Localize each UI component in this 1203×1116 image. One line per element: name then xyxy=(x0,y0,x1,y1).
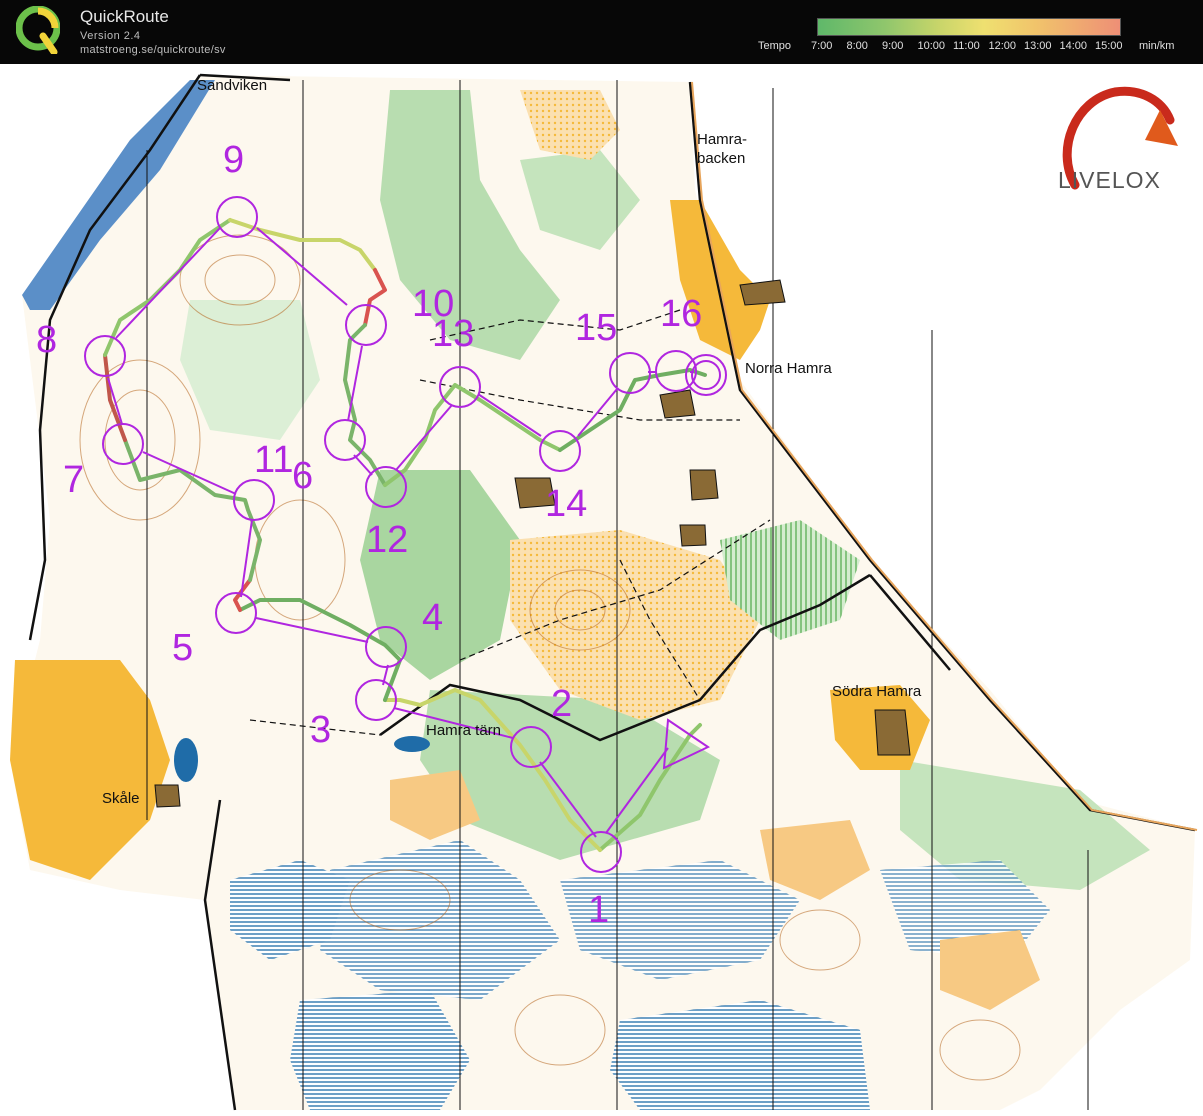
control-number: 9 xyxy=(223,139,244,181)
tempo-tick: 14:00 xyxy=(1059,40,1088,52)
app-version: Version 2.4 xyxy=(80,30,141,42)
control-number: 3 xyxy=(310,709,331,751)
place-name: Norra Hamra xyxy=(745,360,832,377)
control-number: 5 xyxy=(172,627,193,669)
app-title: QuickRoute xyxy=(80,7,169,26)
tempo-ticks: 7:00 8:00 9:00 10:00 11:00 12:00 13:00 1… xyxy=(811,40,1131,52)
place-name: backen xyxy=(697,150,745,167)
livelox-wordmark: LIVELOX xyxy=(1058,167,1161,193)
tempo-tick: 10:00 xyxy=(917,40,946,52)
tempo-tick: 11:00 xyxy=(953,40,980,52)
quickroute-header: QuickRoute Version 2.4 matstroeng.se/qui… xyxy=(0,0,1203,64)
tempo-tick: 9:00 xyxy=(882,40,904,52)
tempo-label: Tempo xyxy=(758,40,792,52)
tempo-tick: 13:00 xyxy=(1024,40,1052,52)
control-number: 4 xyxy=(422,597,443,639)
place-name: Hamra tärn xyxy=(426,722,501,739)
control-number: 11 xyxy=(254,439,293,481)
control-number: 14 xyxy=(545,483,587,525)
lake-hamra-tarn xyxy=(394,736,430,752)
app-url[interactable]: matstroeng.se/quickroute/sv xyxy=(80,44,226,56)
tempo-unit: min/km xyxy=(1139,40,1175,52)
control-number: 1 xyxy=(588,889,609,931)
control-number: 6 xyxy=(292,455,313,497)
control-number: 7 xyxy=(63,459,84,501)
place-name: Skåle xyxy=(102,790,140,807)
place-name: Hamra- xyxy=(697,131,747,148)
quickroute-logo-icon xyxy=(16,6,60,54)
tempo-tick: 8:00 xyxy=(846,40,868,52)
tempo-color-scale xyxy=(817,18,1121,36)
tempo-tick: 7:00 xyxy=(811,40,833,52)
map-canvas[interactable]: 1 2 3 4 5 6 7 8 9 10 11 12 13 14 15 16 S… xyxy=(0,64,1203,1116)
control-number: 8 xyxy=(36,319,57,361)
tempo-tick: 15:00 xyxy=(1095,40,1123,52)
place-name: Södra Hamra xyxy=(832,683,922,700)
place-name: Sandviken xyxy=(197,77,267,94)
control-number: 2 xyxy=(551,683,572,725)
control-number: 12 xyxy=(366,519,408,561)
control-number: 16 xyxy=(660,293,702,335)
tempo-tick: 12:00 xyxy=(988,40,1017,52)
pond-skale xyxy=(174,738,198,782)
control-number: 15 xyxy=(575,307,617,349)
orienteering-map[interactable]: 1 2 3 4 5 6 7 8 9 10 11 12 13 14 15 16 S… xyxy=(0,64,1203,1116)
control-number: 13 xyxy=(432,313,474,355)
